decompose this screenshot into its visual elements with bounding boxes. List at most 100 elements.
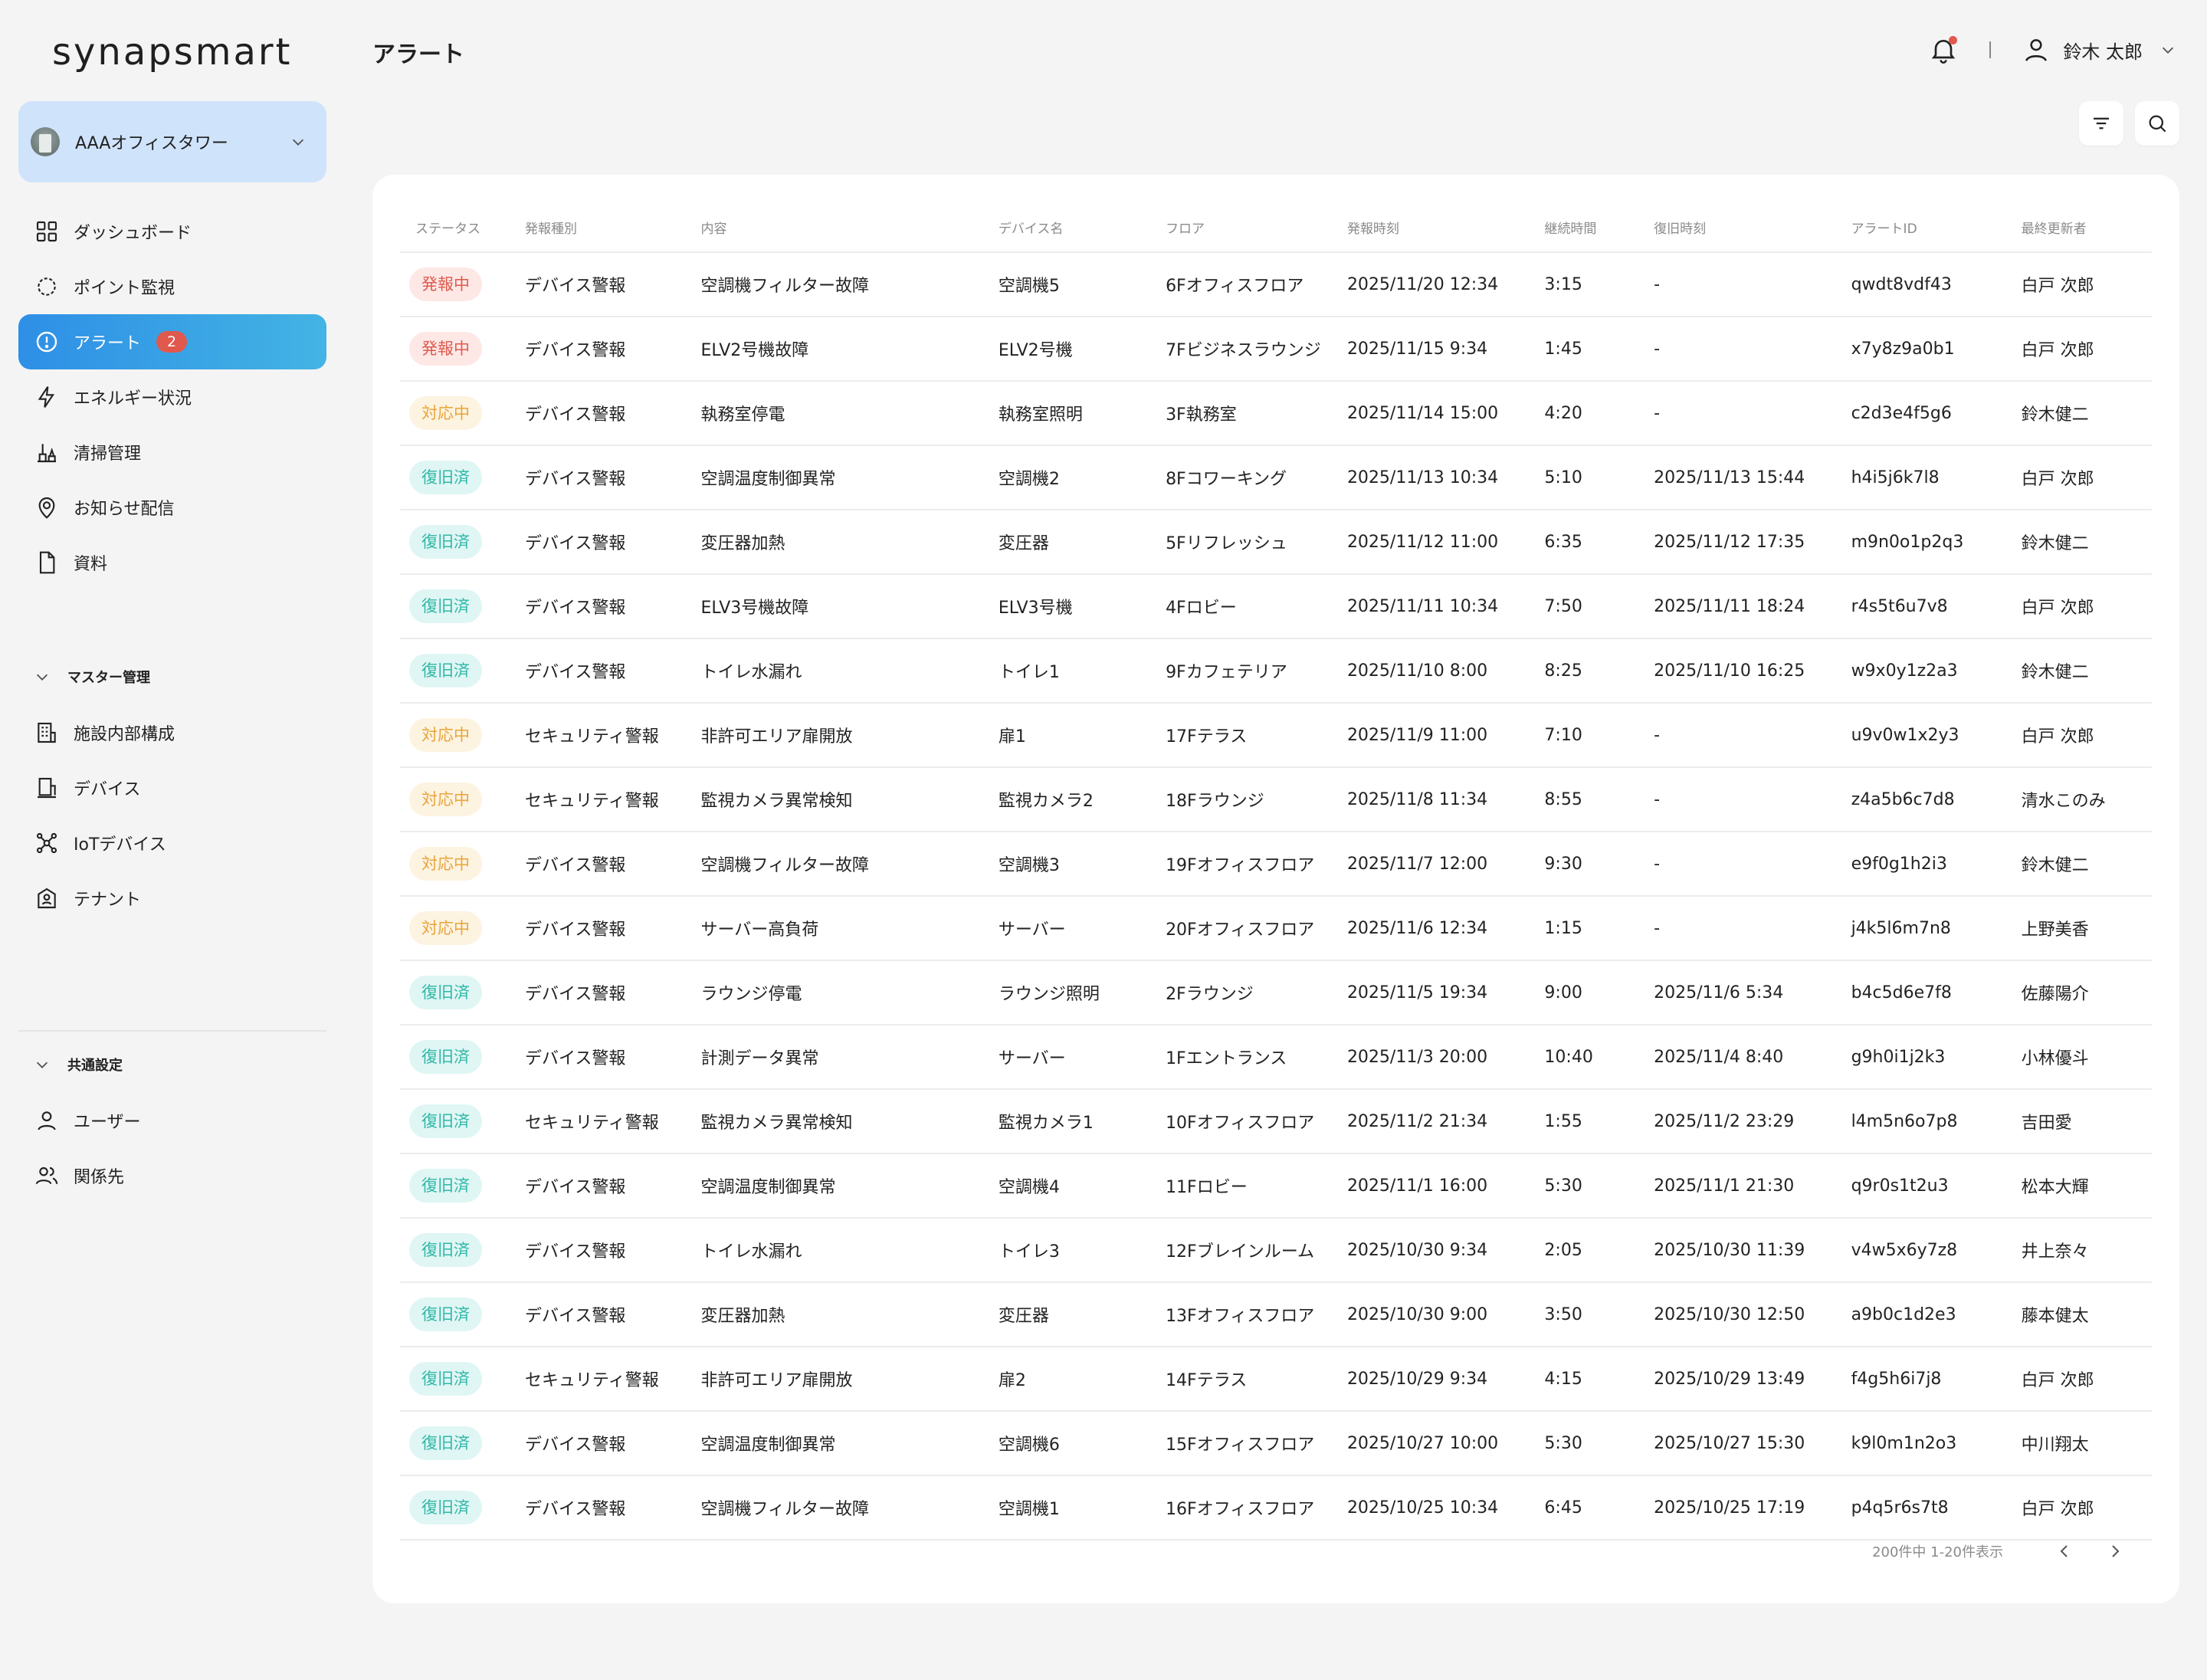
alert-icon xyxy=(34,329,60,355)
status-badge: 発報中 xyxy=(409,332,482,366)
cell-status: 復旧済 xyxy=(400,1218,510,1283)
cell-last-updater: 藤本健太 xyxy=(2005,1282,2152,1347)
cell-last-updater: 鈴木健二 xyxy=(2005,832,2152,897)
cell-status: 復旧済 xyxy=(400,510,510,575)
cell-content: 空調温度制御異常 xyxy=(685,1153,983,1219)
cell-alert-id: p4q5r6s7t8 xyxy=(1835,1475,2006,1541)
cell-alert-type: デバイス警報 xyxy=(510,1411,686,1476)
table-row[interactable]: 対応中 デバイス警報 空調機フィルター故障 空調機3 19Fオフィスフロア 2025/11… xyxy=(400,832,2152,897)
nav-item-notice[interactable]: お知らせ配信 xyxy=(18,480,326,535)
cell-last-updater: 清水このみ xyxy=(2005,767,2152,832)
table-row[interactable]: 復旧済 デバイス警報 トイレ水漏れ トイレ1 9Fカフェテリア 2025/11/10 8:… xyxy=(400,638,2152,704)
nav-item-label: 清掃管理 xyxy=(74,445,142,464)
cell-device-name: ELV3号機 xyxy=(982,574,1151,639)
cell-status: 復旧済 xyxy=(400,1089,510,1154)
nav-item-documents[interactable]: 資料 xyxy=(18,535,326,590)
next-page-button[interactable] xyxy=(2100,1536,2130,1567)
cell-alert-time: 2025/10/30 9:00 xyxy=(1331,1282,1530,1347)
cell-device-name: 監視カメラ1 xyxy=(982,1089,1151,1154)
cell-floor: 18Fラウンジ xyxy=(1150,767,1332,832)
nav-item-cleaning[interactable]: 清掃管理 xyxy=(18,425,326,480)
user-name: 鈴木 太郎 xyxy=(2063,41,2143,63)
cell-floor: 14Fテラス xyxy=(1150,1347,1332,1412)
filter-button[interactable] xyxy=(2079,101,2123,146)
sidebar: synapsmart AAAオフィスタワー ダッシュボード ポイント監視 アラー… xyxy=(0,0,345,1680)
table-row[interactable]: 対応中 デバイス警報 執務室停電 執務室照明 3F執務室 2025/11/14 15:00… xyxy=(400,381,2152,446)
nav-item-facility-structure[interactable]: 施設内部構成 xyxy=(18,705,326,760)
table-row[interactable]: 発報中 デバイス警報 ELV2号機故障 ELV2号機 7Fビジネスラウンジ 2025/11… xyxy=(400,317,2152,382)
user-menu[interactable]: 鈴木 太郎 xyxy=(2022,35,2176,64)
nav-item-iot-device[interactable]: IoTデバイス xyxy=(18,815,326,871)
prev-page-button[interactable] xyxy=(2049,1536,2080,1567)
table-row[interactable]: 復旧済 デバイス警報 変圧器加熱 変圧器 5Fリフレッシュ 2025/11/12 11:0… xyxy=(400,510,2152,575)
cell-status: 復旧済 xyxy=(400,1347,510,1412)
cell-last-updater: 井上奈々 xyxy=(2005,1218,2152,1283)
table-row[interactable]: 復旧済 デバイス警報 空調機フィルター故障 空調機1 16Fオフィスフロア 2025/10… xyxy=(400,1475,2152,1541)
table-row[interactable]: 対応中 デバイス警報 サーバー高負荷 サーバー 20Fオフィスフロア 2025/11/6 … xyxy=(400,896,2152,961)
search-icon xyxy=(2149,115,2166,133)
cell-duration: 5:10 xyxy=(1529,445,1639,510)
cell-recovery-time: - xyxy=(1638,252,1836,317)
nav-item-label: お知らせ配信 xyxy=(74,500,175,519)
facility-selector[interactable]: AAAオフィスタワー xyxy=(18,101,326,182)
cell-floor: 20Fオフィスフロア xyxy=(1150,896,1332,961)
cell-content: 空調機フィルター故障 xyxy=(685,252,983,317)
logo: synapsmart xyxy=(52,31,293,74)
table-row[interactable]: 発報中 デバイス警報 空調機フィルター故障 空調機5 6Fオフィスフロア 2025/11/… xyxy=(400,252,2152,317)
cell-alert-time: 2025/11/5 19:34 xyxy=(1331,960,1530,1025)
table-row[interactable]: 復旧済 デバイス警報 空調温度制御異常 空調機4 11Fロビー 2025/11/1 16:… xyxy=(400,1153,2152,1219)
notification-button[interactable] xyxy=(1928,34,1959,65)
nav-item-alert[interactable]: アラート 2 xyxy=(18,314,326,369)
nav-item-tenant[interactable]: テナント xyxy=(18,871,326,926)
cell-alert-id: u9v0w1x2y3 xyxy=(1835,703,2006,768)
chevron-down-icon xyxy=(36,674,48,681)
cell-alert-type: デバイス警報 xyxy=(510,510,686,575)
table-row[interactable]: 復旧済 デバイス警報 計測データ異常 サーバー 1Fエントランス 2025/11/3 20… xyxy=(400,1025,2152,1090)
common-group-toggle[interactable]: 共通設定 xyxy=(34,1055,123,1075)
cell-status: 復旧済 xyxy=(400,1411,510,1476)
cell-alert-type: デバイス警報 xyxy=(510,574,686,639)
status-badge: 発報中 xyxy=(409,267,482,301)
cell-alert-type: デバイス警報 xyxy=(510,252,686,317)
cell-status: 復旧済 xyxy=(400,1025,510,1090)
cell-alert-time: 2025/11/14 15:00 xyxy=(1331,381,1530,446)
table-row[interactable]: 対応中 セキュリティ警報 監視カメラ異常検知 監視カメラ2 18Fラウンジ 2025/11… xyxy=(400,767,2152,832)
cell-recovery-time: 2025/10/25 17:19 xyxy=(1638,1475,1836,1541)
status-badge: 対応中 xyxy=(409,847,482,881)
table-row[interactable]: 復旧済 デバイス警報 ELV3号機故障 ELV3号機 4Fロビー 2025/11/11 1… xyxy=(400,574,2152,639)
nav-item-dashboard[interactable]: ダッシュボード xyxy=(18,204,326,259)
cell-last-updater: 鈴木健二 xyxy=(2005,638,2152,704)
table-row[interactable]: 復旧済 デバイス警報 ラウンジ停電 ラウンジ照明 2Fラウンジ 2025/11/5 19:… xyxy=(400,960,2152,1025)
cell-last-updater: 白戸 次郎 xyxy=(2005,1475,2152,1541)
table-row[interactable]: 復旧済 セキュリティ警報 監視カメラ異常検知 監視カメラ1 10Fオフィスフロア 2025… xyxy=(400,1089,2152,1154)
table-row[interactable]: 復旧済 デバイス警報 空調温度制御異常 空調機6 15Fオフィスフロア 2025/10/2… xyxy=(400,1411,2152,1476)
nav-item-label: 関係先 xyxy=(74,1168,125,1187)
master-group-toggle[interactable]: マスター管理 xyxy=(34,667,150,687)
cell-recovery-time: 2025/11/6 5:34 xyxy=(1638,960,1836,1025)
nav-item-partners[interactable]: 関係先 xyxy=(18,1148,326,1203)
nav-item-energy[interactable]: エネルギー状況 xyxy=(18,369,326,425)
cell-last-updater: 鈴木健二 xyxy=(2005,381,2152,446)
status-badge: 復旧済 xyxy=(409,1491,482,1524)
table-row[interactable]: 対応中 セキュリティ警報 非許可エリア扉開放 扉1 17Fテラス 2025/11/9 11… xyxy=(400,703,2152,768)
cell-alert-time: 2025/11/6 12:34 xyxy=(1331,896,1530,961)
cell-duration: 3:15 xyxy=(1529,252,1639,317)
nav-item-users[interactable]: ユーザー xyxy=(18,1093,326,1148)
cell-status: 復旧済 xyxy=(400,1475,510,1541)
cell-content: 変圧器加熱 xyxy=(685,510,983,575)
table-row[interactable]: 復旧済 デバイス警報 変圧器加熱 変圧器 13Fオフィスフロア 2025/10/30 9:… xyxy=(400,1282,2152,1347)
cell-alert-type: セキュリティ警報 xyxy=(510,703,686,768)
cell-alert-time: 2025/10/27 10:00 xyxy=(1331,1411,1530,1476)
column-header-device-name: デバイス名 xyxy=(982,202,1151,253)
search-button[interactable] xyxy=(2135,101,2179,146)
cell-alert-id: z4a5b6c7d8 xyxy=(1835,767,2006,832)
table-row[interactable]: 復旧済 デバイス警報 トイレ水漏れ トイレ3 12Fブレインルーム 2025/10/30 … xyxy=(400,1218,2152,1283)
cell-alert-type: デバイス警報 xyxy=(510,960,686,1025)
nav-item-point-monitoring[interactable]: ポイント監視 xyxy=(18,259,326,314)
table-row[interactable]: 復旧済 セキュリティ警報 非許可エリア扉開放 扉2 14Fテラス 2025/10/29 9… xyxy=(400,1347,2152,1412)
cell-recovery-time: - xyxy=(1638,317,1836,382)
main-nav: ダッシュボード ポイント監視 アラート 2 エネルギー状況 清掃管理 お知らせ配… xyxy=(18,204,326,590)
nav-item-device[interactable]: デバイス xyxy=(18,760,326,815)
table-row[interactable]: 復旧済 デバイス警報 空調温度制御異常 空調機2 8Fコワーキング 2025/11/13 … xyxy=(400,445,2152,510)
cell-alert-time: 2025/11/20 12:34 xyxy=(1331,252,1530,317)
